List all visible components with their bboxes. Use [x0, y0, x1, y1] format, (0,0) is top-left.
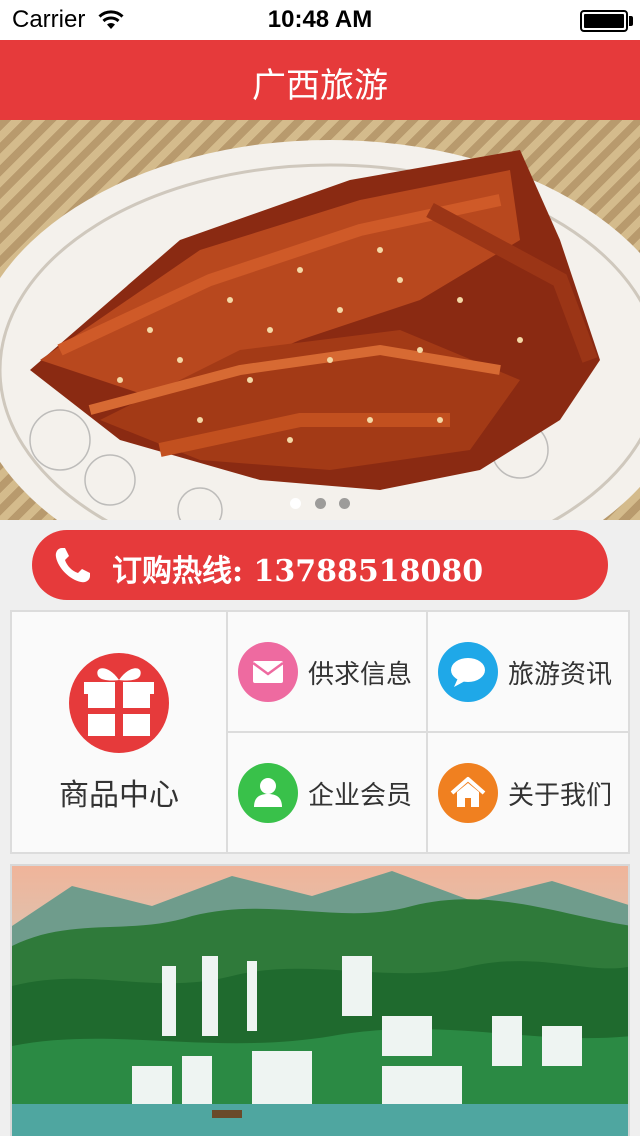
- hero-food-image: [0, 140, 640, 520]
- scenic-banner[interactable]: [10, 864, 630, 1136]
- page-title: 广西旅游: [252, 66, 388, 106]
- clock: 10:48 AM: [267, 6, 373, 33]
- carousel-dot[interactable]: [338, 498, 350, 509]
- about-us-tile[interactable]: 关于我们: [428, 733, 628, 852]
- waterfall-image: [12, 866, 628, 1136]
- battery-icon: [580, 10, 628, 32]
- supply-demand-label: 供求信息: [308, 660, 413, 690]
- carousel-page-indicator[interactable]: [0, 494, 640, 509]
- phone-icon: [55, 548, 90, 583]
- mail-icon: [238, 642, 298, 702]
- gift-icon: [69, 653, 169, 753]
- chat-bubble-icon: [438, 642, 498, 702]
- hotline-text: 订购热线: 13788518080: [112, 554, 484, 589]
- menu-grid: 商品中心 供求信息 旅游资讯 企业会员 关于我们: [10, 610, 630, 854]
- user-icon: [238, 763, 298, 823]
- travel-news-tile[interactable]: 旅游资讯: [428, 612, 628, 731]
- carousel-dot[interactable]: [314, 498, 326, 509]
- enterprise-member-label: 企业会员: [308, 781, 413, 811]
- home-icon: [438, 763, 498, 823]
- status-bar: Carrier 10:48 AM: [0, 0, 640, 40]
- battery-tip: [629, 16, 633, 26]
- supply-demand-tile[interactable]: 供求信息: [228, 612, 426, 731]
- product-center-tile[interactable]: 商品中心: [12, 612, 226, 852]
- enterprise-member-tile[interactable]: 企业会员: [228, 733, 426, 852]
- about-us-label: 关于我们: [508, 781, 613, 811]
- nav-bar: 广西旅游: [0, 40, 640, 120]
- product-center-label: 商品中心: [59, 778, 179, 813]
- travel-news-label: 旅游资讯: [508, 660, 613, 690]
- hotline-button[interactable]: 订购热线: 13788518080: [32, 530, 608, 600]
- hero-carousel[interactable]: [0, 120, 640, 520]
